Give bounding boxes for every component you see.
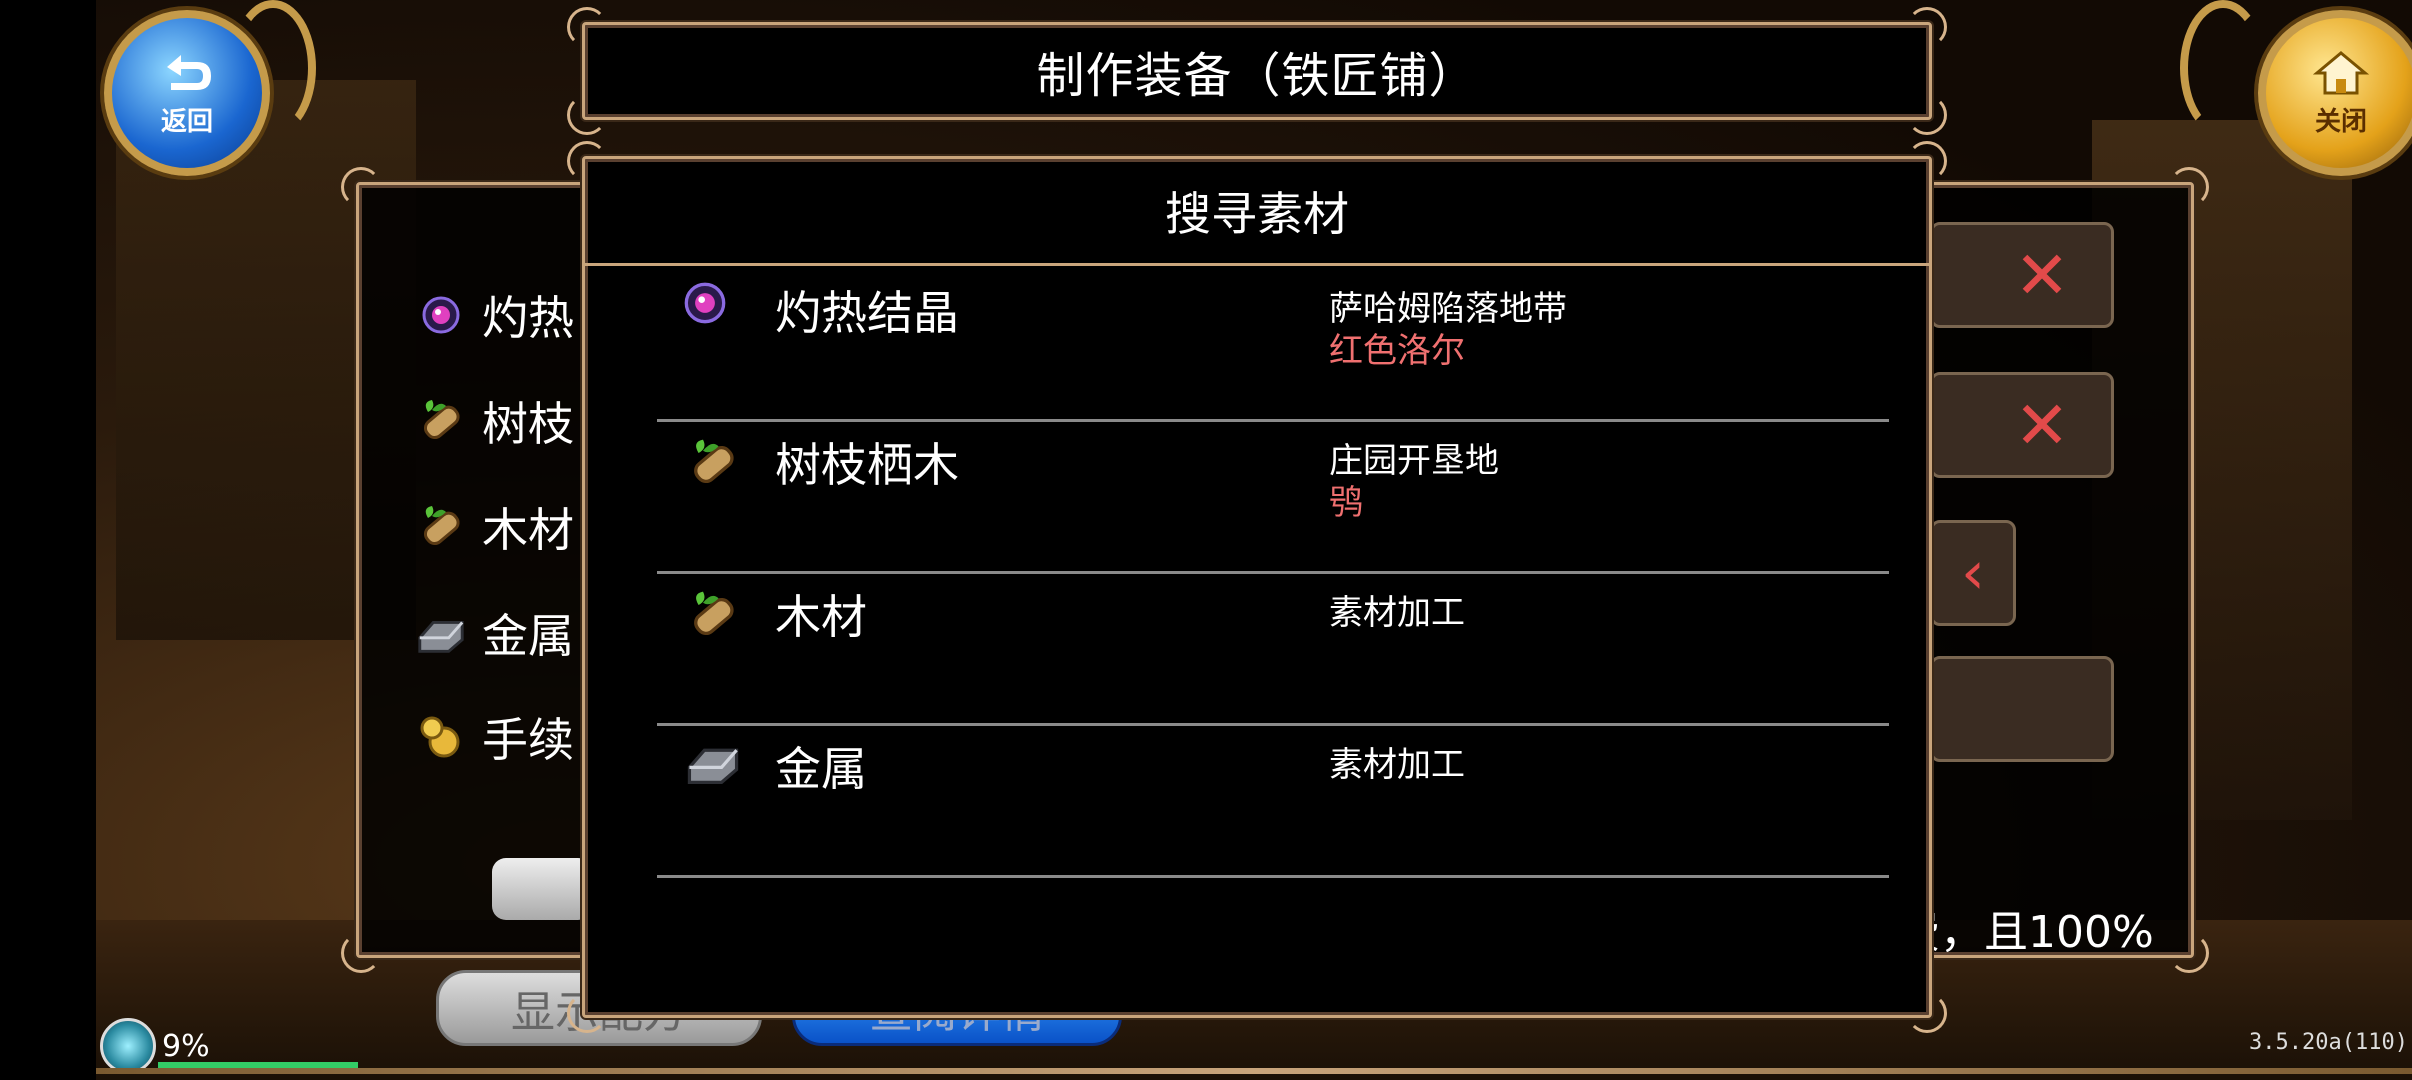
home-icon xyxy=(2313,50,2369,94)
branch-wood-icon xyxy=(414,500,468,554)
branch-wood-icon xyxy=(683,585,743,645)
recipe-item-5: 手续 xyxy=(414,704,574,770)
metal-ingot-icon xyxy=(414,606,468,660)
quantity-box[interactable] xyxy=(1930,656,2114,762)
back-arrow-icon xyxy=(167,54,211,90)
branch-wood-icon xyxy=(683,433,743,493)
recipe-item-3: 木材 xyxy=(414,494,574,560)
level-orb-icon xyxy=(100,1018,156,1074)
progress-percent: 9% xyxy=(162,1028,210,1064)
material-row[interactable]: 木材 素材加工 xyxy=(657,573,1889,726)
crystal-orb-icon xyxy=(683,281,743,341)
material-row[interactable]: 树枝栖木 庄园开垦地 鸮 xyxy=(657,421,1889,574)
crystal-orb-icon xyxy=(414,288,468,342)
material-name: 木材 xyxy=(775,590,867,644)
material-row[interactable]: 金属 素材加工 xyxy=(657,725,1889,878)
material-name: 树枝栖木 xyxy=(775,438,959,492)
bottom-border xyxy=(96,1068,2412,1074)
material-location: 素材加工 xyxy=(1329,745,1465,785)
recipe-item-4: 金属 xyxy=(414,600,574,666)
title-bar: 制作装备（铁匠铺） xyxy=(567,7,1947,135)
material-name: 金属 xyxy=(775,742,867,796)
ornament-horn xyxy=(2180,0,2266,136)
material-source: 红色洛尔 xyxy=(1329,331,1465,371)
recipe-item-2: 树枝 xyxy=(414,388,574,454)
material-name: 灼热结晶 xyxy=(775,286,959,340)
branch-wood-icon xyxy=(414,394,468,448)
prev-arrow-button[interactable]: ‹ xyxy=(1930,520,2016,626)
page-title: 制作装备（铁匠铺） xyxy=(1036,48,1478,104)
material-row[interactable]: 灼热结晶 萨哈姆陷落地带 红色洛尔 xyxy=(657,269,1889,422)
metal-ingot-icon xyxy=(683,737,743,797)
modal-title: 搜寻素材 xyxy=(585,159,1929,266)
material-source: 鸮 xyxy=(1329,483,1363,523)
coin-icon xyxy=(414,710,468,764)
material-location: 素材加工 xyxy=(1329,593,1465,633)
remove-item-button[interactable]: ✕ xyxy=(1930,372,2114,478)
recipe-item-1: 灼热 xyxy=(414,282,574,348)
close-button[interactable]: 关闭 xyxy=(2258,10,2412,176)
search-materials-modal: 搜寻素材 灼热结晶 萨哈姆陷落地带 红色洛尔 树枝栖木 庄园开垦地 鸮 木材 素… xyxy=(567,141,1947,1033)
recipe-note: 费，且100% xyxy=(1896,907,2154,958)
remove-item-button[interactable]: ✕ xyxy=(1930,222,2114,328)
version-label: 3.5.20a(110) xyxy=(2249,1030,2408,1055)
back-button[interactable]: 返回 xyxy=(104,10,270,176)
small-gray-button[interactable] xyxy=(492,858,592,920)
